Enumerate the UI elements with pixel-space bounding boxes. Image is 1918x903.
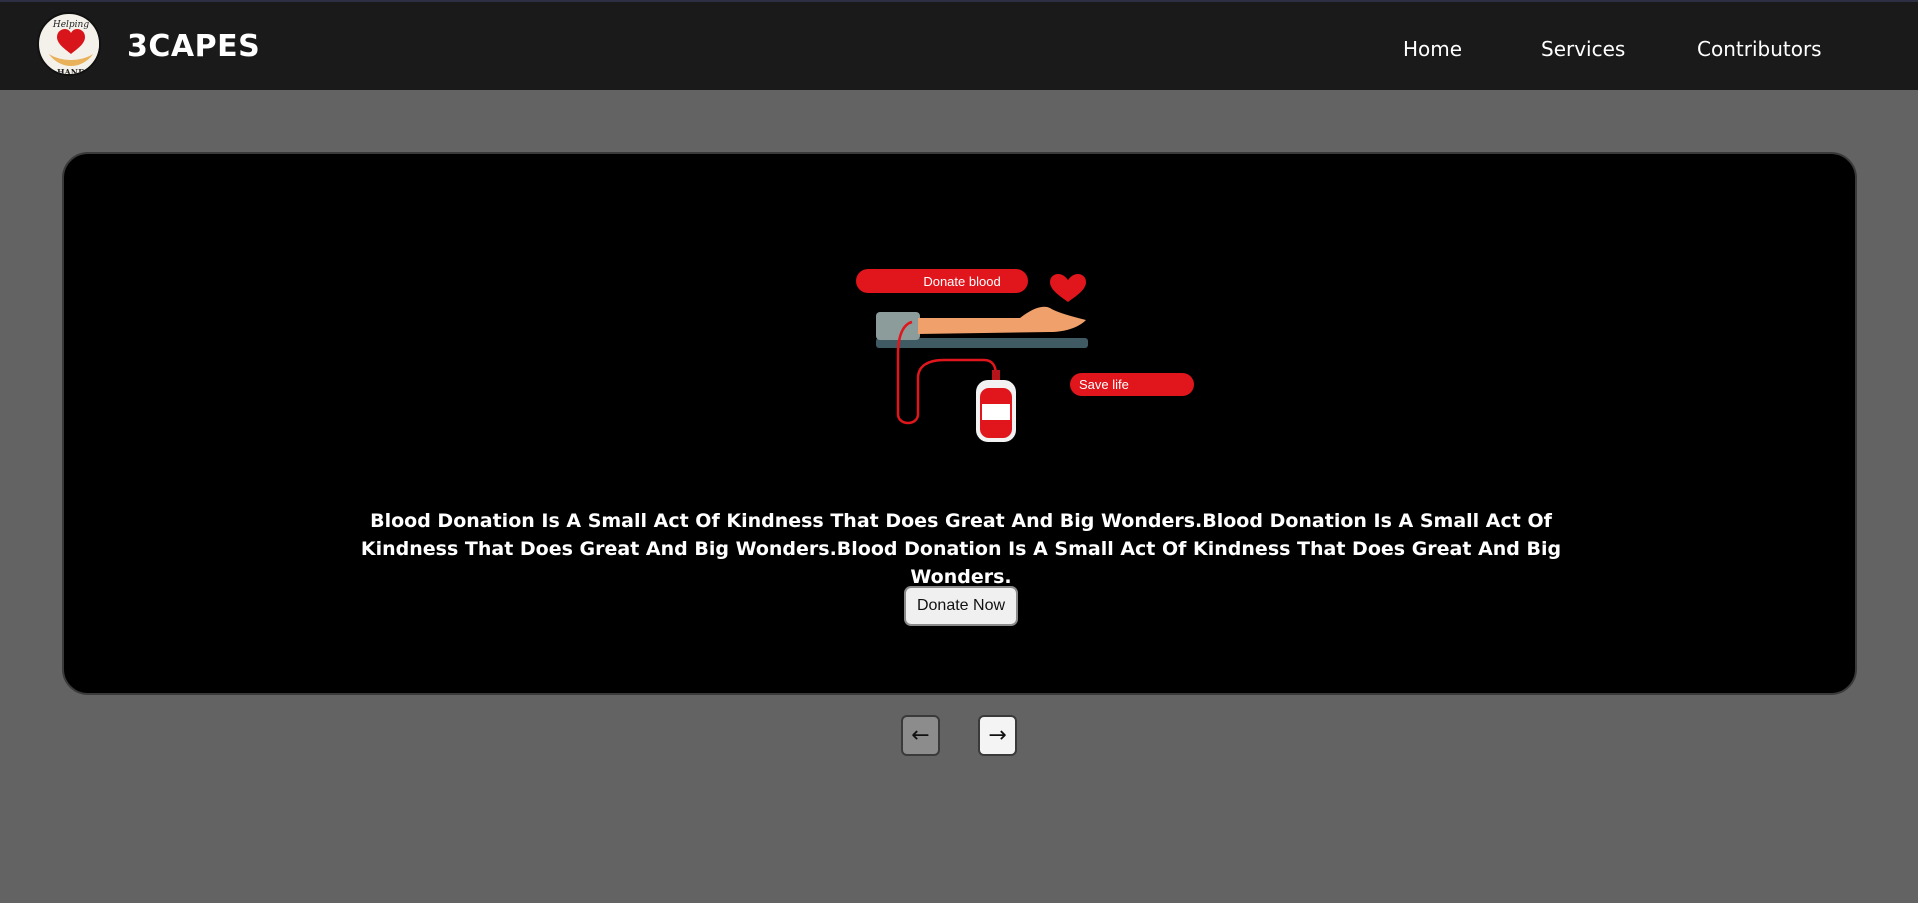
arm-icon (918, 306, 1086, 334)
nav-home[interactable]: Home (1403, 37, 1462, 61)
logo-text-top: Helping (52, 20, 89, 30)
arrow-right-icon: → (988, 723, 1007, 748)
hero-slide-card: Donate blood Save life Blood Donation Is… (62, 152, 1857, 695)
top-navbar: Helping HAND 3CAPES Home Services Contri… (0, 0, 1918, 90)
blood-donation-illustration: Donate blood Save life (856, 269, 1194, 442)
heart-icon (1050, 274, 1086, 302)
save-life-label: Save life (1079, 377, 1129, 392)
logo-text-bottom: HAND (57, 67, 85, 76)
arrow-left-icon: ← (911, 723, 930, 748)
helping-hand-logo[interactable]: Helping HAND (37, 12, 101, 76)
slide-message: Blood Donation Is A Small Act Of Kindnes… (360, 510, 1562, 588)
nav-services[interactable]: Services (1541, 37, 1625, 61)
heart-hands-icon: Helping HAND (40, 15, 99, 76)
donate-now-button[interactable]: Donate Now (904, 586, 1018, 626)
brand-name[interactable]: 3CAPES (127, 29, 260, 64)
carousel-prev-button[interactable]: ← (901, 715, 940, 756)
donate-blood-label: Donate blood (923, 274, 1000, 289)
blood-bag-icon (976, 370, 1016, 442)
sleeve-icon (876, 312, 920, 340)
carousel-next-button[interactable]: → (978, 715, 1017, 756)
nav-contributors[interactable]: Contributors (1697, 37, 1822, 61)
